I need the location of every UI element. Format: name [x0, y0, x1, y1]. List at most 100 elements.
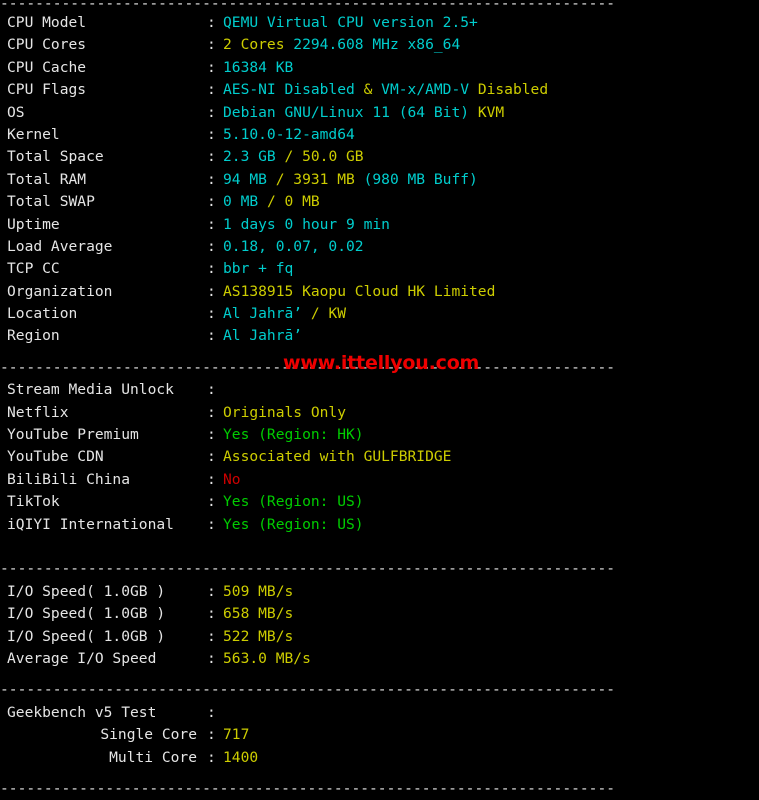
info-row: iQIYI International:Yes (Region: US) [0, 514, 759, 536]
value-segment: Disabled [478, 81, 548, 98]
value-segment: 2.3 GB [223, 148, 285, 165]
info-row-value: Debian GNU/Linux 11 (64 Bit) KVM [223, 102, 504, 124]
info-row-value: 1 days 0 hour 9 min [223, 214, 390, 236]
info-row: OS:Debian GNU/Linux 11 (64 Bit) KVM [0, 102, 759, 124]
value-segment: Yes (Region: US) [223, 493, 364, 510]
spacer [0, 769, 759, 778]
separator-line-1: ----------------------------------------… [0, 357, 759, 379]
info-row-label: OS [0, 102, 207, 124]
info-row: YouTube CDN:Associated with GULFBRIDGE [0, 446, 759, 468]
info-row: Uptime:1 days 0 hour 9 min [0, 214, 759, 236]
info-row: Netflix:Originals Only [0, 402, 759, 424]
info-row: Location:Al Jahrā’ / KW [0, 303, 759, 325]
info-row-colon: : [207, 379, 223, 401]
info-row: I/O Speed( 1.0GB ):522 MB/s [0, 626, 759, 648]
info-row-colon: : [207, 303, 223, 325]
info-row-label: I/O Speed( 1.0GB ) [0, 626, 207, 648]
value-segment: Yes (Region: US) [223, 516, 364, 533]
info-row-colon: : [207, 281, 223, 303]
info-row-colon: : [207, 581, 223, 603]
value-segment: Originals Only [223, 404, 346, 421]
info-row: BiliBili China:No [0, 469, 759, 491]
value-segment: VM-x/AMD-V [381, 81, 478, 98]
info-row-value: 16384 KB [223, 57, 293, 79]
info-row-value: 0.18, 0.07, 0.02 [223, 236, 364, 258]
info-row-label: Kernel [0, 124, 207, 146]
info-row-value: AES-NI Disabled & VM-x/AMD-V Disabled [223, 79, 548, 101]
stream-media-section: Stream Media Unlock:Netflix:Originals On… [0, 379, 759, 536]
info-row-value: 0 MB / 0 MB [223, 191, 320, 213]
info-row-value: bbr + fq [223, 258, 293, 280]
separator-line-bottom: ----------------------------------------… [0, 778, 759, 800]
info-row-colon: : [207, 34, 223, 56]
value-segment: Yes (Region: HK) [223, 426, 364, 443]
info-row-label: Load Average [0, 236, 207, 258]
info-row-value: 717 [223, 724, 249, 746]
info-row-value: Yes (Region: US) [223, 491, 364, 513]
info-row: Average I/O Speed:563.0 MB/s [0, 648, 759, 670]
value-segment: QEMU Virtual CPU version 2.5+ [223, 14, 478, 31]
separator-line-2: ----------------------------------------… [0, 558, 759, 580]
info-row-colon: : [207, 12, 223, 34]
info-row: CPU Cache:16384 KB [0, 57, 759, 79]
info-row-colon: : [207, 214, 223, 236]
info-row-value: 94 MB / 3931 MB (980 MB Buff) [223, 169, 478, 191]
info-row-label: I/O Speed( 1.0GB ) [0, 603, 207, 625]
value-segment: 94 MB [223, 171, 276, 188]
spacer [0, 348, 759, 357]
info-row: I/O Speed( 1.0GB ):509 MB/s [0, 581, 759, 603]
value-segment: Debian GNU/Linux 11 (64 Bit) [223, 104, 478, 121]
info-row-label: Location [0, 303, 207, 325]
value-segment: (980 MB Buff) [364, 171, 478, 188]
info-row-label: Single Core [0, 724, 207, 746]
info-row-label: Stream Media Unlock [0, 379, 207, 401]
info-row-colon: : [207, 648, 223, 670]
info-row-value: 5.10.0-12-amd64 [223, 124, 355, 146]
info-row: Total RAM:94 MB / 3931 MB (980 MB Buff) [0, 169, 759, 191]
info-row-colon: : [207, 191, 223, 213]
value-segment: 522 MB/s [223, 628, 293, 645]
info-row-label: YouTube CDN [0, 446, 207, 468]
info-row-label: CPU Cores [0, 34, 207, 56]
separator-line-top: ----------------------------------------… [0, 0, 759, 12]
info-row-value: QEMU Virtual CPU version 2.5+ [223, 12, 478, 34]
info-row-label: CPU Model [0, 12, 207, 34]
info-row-label: Average I/O Speed [0, 648, 207, 670]
info-row-label: Multi Core [0, 747, 207, 769]
info-row-colon: : [207, 169, 223, 191]
info-row-value: Originals Only [223, 402, 346, 424]
info-row: Stream Media Unlock: [0, 379, 759, 401]
info-row: CPU Cores:2 Cores 2294.608 MHz x86_64 [0, 34, 759, 56]
value-segment: 5.10.0-12-amd64 [223, 126, 355, 143]
info-row-colon: : [207, 57, 223, 79]
info-row-value: Yes (Region: HK) [223, 424, 364, 446]
info-row-value: AS138915 Kaopu Cloud HK Limited [223, 281, 495, 303]
value-segment: Al Jahrā’ [223, 305, 311, 322]
info-row-label: Organization [0, 281, 207, 303]
info-row-label: YouTube Premium [0, 424, 207, 446]
value-segment: 717 [223, 726, 249, 743]
spacer [0, 536, 759, 558]
value-segment: AES-NI Disabled [223, 81, 364, 98]
info-row: TCP CC:bbr + fq [0, 258, 759, 280]
info-row-colon: : [207, 424, 223, 446]
info-row-colon: : [207, 469, 223, 491]
info-row-colon: : [207, 124, 223, 146]
info-row: Multi Core:1400 [0, 747, 759, 769]
info-row-value: Al Jahrā’ / KW [223, 303, 346, 325]
value-segment: 0.18, 0.07, 0.02 [223, 238, 364, 255]
info-row-colon: : [207, 402, 223, 424]
info-row-value: 509 MB/s [223, 581, 293, 603]
info-row-value: Associated with GULFBRIDGE [223, 446, 451, 468]
info-row-label: Netflix [0, 402, 207, 424]
info-row-label: CPU Cache [0, 57, 207, 79]
info-row-label: Uptime [0, 214, 207, 236]
info-row-value: 563.0 MB/s [223, 648, 311, 670]
info-row-label: Geekbench v5 Test [0, 702, 207, 724]
spacer [0, 670, 759, 679]
value-segment: / KW [311, 305, 346, 322]
info-row: YouTube Premium:Yes (Region: HK) [0, 424, 759, 446]
value-segment: / 50.0 GB [285, 148, 364, 165]
value-segment: 509 MB/s [223, 583, 293, 600]
info-row: Total SWAP:0 MB / 0 MB [0, 191, 759, 213]
